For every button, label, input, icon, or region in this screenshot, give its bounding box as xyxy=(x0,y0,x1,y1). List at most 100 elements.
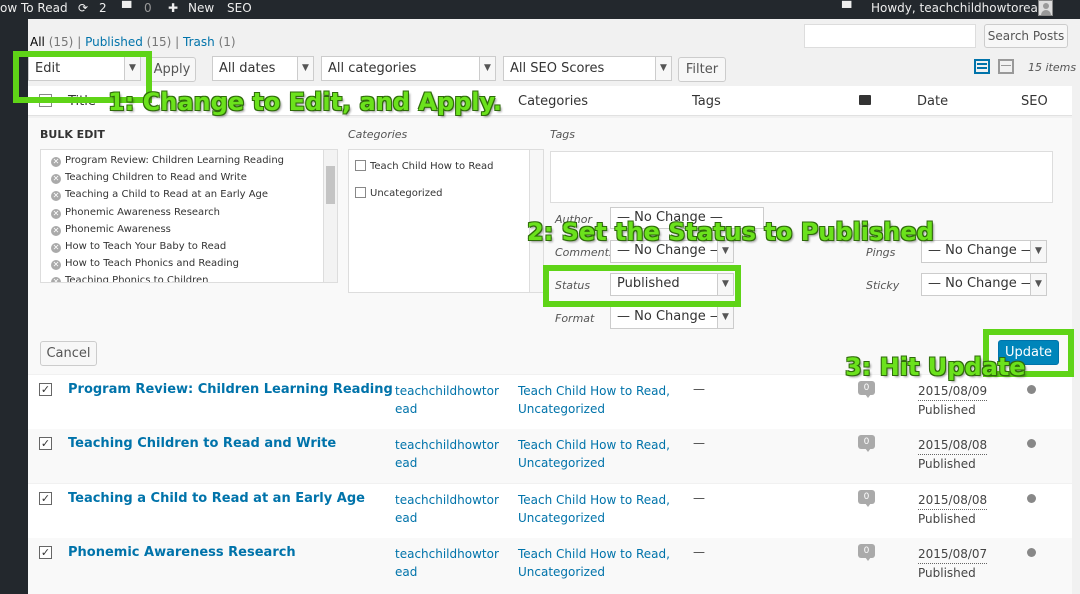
format-select[interactable]: — No Change — ▼ xyxy=(610,306,734,329)
seo-score-icon xyxy=(1027,439,1036,448)
new-link[interactable]: New xyxy=(188,1,214,15)
comments-count[interactable]: 0 xyxy=(144,1,152,15)
post-title-link[interactable]: Phonemic Awareness Research xyxy=(68,545,296,560)
remove-icon[interactable]: ✕ xyxy=(51,209,61,219)
tags-textarea[interactable] xyxy=(550,151,1053,203)
table-row: ✓ Teaching a Child to Read at an Early A… xyxy=(28,484,1072,538)
remove-icon[interactable]: ✕ xyxy=(51,174,61,184)
chevron-down-icon: ▼ xyxy=(717,307,733,328)
date-value: 2015/08/08 xyxy=(918,491,988,510)
pings-select[interactable]: — No Change — ▼ xyxy=(921,240,1047,263)
list-view-icon[interactable] xyxy=(974,59,990,74)
post-tags: — xyxy=(693,436,705,450)
post-title-link[interactable]: Program Review: Children Learning Readin… xyxy=(68,382,393,397)
bulk-edit-heading: BULK EDIT xyxy=(40,128,105,141)
post-categories: Teach Child How to Read, Uncategorized xyxy=(518,382,670,418)
items-count: 15 items xyxy=(1028,61,1077,74)
category-checkbox[interactable] xyxy=(355,160,366,171)
sticky-value: — No Change — xyxy=(928,276,1034,291)
notification-icon[interactable]: ▀ xyxy=(842,1,851,15)
categories-value: All categories xyxy=(328,61,417,76)
category-link[interactable]: Teach Child How to Read, xyxy=(518,436,670,454)
category-link[interactable]: Uncategorized xyxy=(518,563,670,581)
scrollbar-thumb[interactable] xyxy=(326,166,335,204)
post-title-link[interactable]: Teaching a Child to Read at an Early Age xyxy=(68,491,365,506)
post-date: 2015/08/07 Published xyxy=(918,545,988,582)
remove-icon[interactable]: ✕ xyxy=(51,157,61,167)
category-checkbox[interactable] xyxy=(355,187,366,198)
row-checkbox[interactable]: ✓ xyxy=(39,492,52,505)
seo-score-icon xyxy=(1027,548,1036,557)
seo-menu[interactable]: SEO xyxy=(227,1,252,15)
row-checkbox[interactable]: ✓ xyxy=(39,383,52,396)
status-filters: All (15) | Published (15) | Trash (1) xyxy=(30,35,236,49)
comment-count-bubble[interactable]: 0 xyxy=(858,490,875,507)
search-input[interactable] xyxy=(804,24,976,48)
post-author-link[interactable]: teachchildhowtoread xyxy=(395,436,505,472)
format-value: — No Change — xyxy=(617,309,723,324)
table-row: ✓ Teaching Children to Read and Write te… xyxy=(28,429,1072,483)
chevron-down-icon: ▼ xyxy=(297,57,313,80)
howdy-user[interactable]: Howdy, teachchildhowtoread xyxy=(871,1,1046,15)
table-row: ✓ Program Review: Children Learning Read… xyxy=(28,375,1072,429)
separator: | xyxy=(77,35,82,49)
categories-select[interactable]: All categories ▼ xyxy=(321,56,496,81)
comment-count-bubble[interactable]: 0 xyxy=(858,381,875,398)
chevron-down-icon: ▼ xyxy=(1030,274,1046,295)
comments-icon[interactable]: ▀ xyxy=(122,1,131,15)
post-tags: — xyxy=(693,491,705,505)
category-link[interactable]: Teach Child How to Read, xyxy=(518,382,670,400)
comment-count-bubble[interactable]: 0 xyxy=(858,544,875,561)
post-title-link[interactable]: Teaching Children to Read and Write xyxy=(68,436,336,451)
remove-icon[interactable]: ✕ xyxy=(51,277,61,282)
category-option[interactable]: Uncategorized xyxy=(355,187,442,199)
category-link[interactable]: Teach Child How to Read, xyxy=(518,545,670,563)
excerpt-view-icon[interactable] xyxy=(998,59,1014,74)
filter-published[interactable]: Published xyxy=(85,35,143,49)
post-author-link[interactable]: teachchildhowtoread xyxy=(395,545,505,581)
post-author-link[interactable]: teachchildhowtoread xyxy=(395,382,505,418)
seo-scores-value: All SEO Scores xyxy=(510,61,605,76)
list-item: ✕ Teaching a Child to Read at an Early Ag… xyxy=(51,189,269,201)
bulk-categories-list[interactable]: Teach Child How to Read Uncategorized xyxy=(348,149,544,293)
search-posts-button[interactable]: Search Posts xyxy=(984,24,1068,48)
updates-count[interactable]: 2 xyxy=(99,1,107,15)
list-item: ✕ Teaching Children to Read and Write xyxy=(51,172,247,184)
category-link[interactable]: Uncategorized xyxy=(518,509,670,527)
post-tags: — xyxy=(693,545,705,559)
remove-icon[interactable]: ✕ xyxy=(51,226,61,236)
column-seo[interactable]: SEO xyxy=(1021,94,1048,109)
column-date[interactable]: Date xyxy=(917,94,948,109)
remove-icon[interactable]: ✕ xyxy=(51,243,61,253)
highlight-status xyxy=(543,265,741,307)
dates-select[interactable]: All dates ▼ xyxy=(212,56,314,81)
filter-all[interactable]: All xyxy=(30,35,45,49)
trash-count: (1) xyxy=(218,35,236,49)
remove-icon[interactable]: ✕ xyxy=(51,260,61,270)
plus-icon[interactable]: ✚ xyxy=(168,1,178,15)
seo-scores-select[interactable]: All SEO Scores ▼ xyxy=(503,56,672,81)
post-date: 2015/08/08 Published xyxy=(918,491,988,528)
updates-icon[interactable]: ⟳ xyxy=(78,1,88,15)
filter-button[interactable]: Filter xyxy=(678,57,726,82)
comment-count-bubble[interactable]: 0 xyxy=(858,435,875,452)
table-row: ✓ Phonemic Awareness Research teachchild… xyxy=(28,538,1072,594)
site-name-link[interactable]: ow To Read xyxy=(0,1,68,15)
row-checkbox[interactable]: ✓ xyxy=(39,546,52,559)
category-link[interactable]: Uncategorized xyxy=(518,454,670,472)
category-link[interactable]: Uncategorized xyxy=(518,400,670,418)
scrollbar[interactable] xyxy=(323,150,337,282)
apply-button[interactable]: Apply xyxy=(148,57,196,82)
bulk-posts-list[interactable]: ✕ Program Review: Children Learning Readi… xyxy=(40,149,338,283)
avatar[interactable] xyxy=(1038,0,1053,16)
category-link[interactable]: Teach Child How to Read, xyxy=(518,491,670,509)
filter-trash[interactable]: Trash xyxy=(183,35,215,49)
post-date: 2015/08/09 Published xyxy=(918,382,988,419)
row-checkbox[interactable]: ✓ xyxy=(39,437,52,450)
chevron-down-icon: ▼ xyxy=(479,57,495,80)
remove-icon[interactable]: ✕ xyxy=(51,191,61,201)
sticky-select[interactable]: — No Change — ▼ xyxy=(921,273,1047,296)
cancel-button[interactable]: Cancel xyxy=(40,341,97,366)
post-author-link[interactable]: teachchildhowtoread xyxy=(395,491,505,527)
category-option[interactable]: Teach Child How to Read xyxy=(355,160,493,172)
